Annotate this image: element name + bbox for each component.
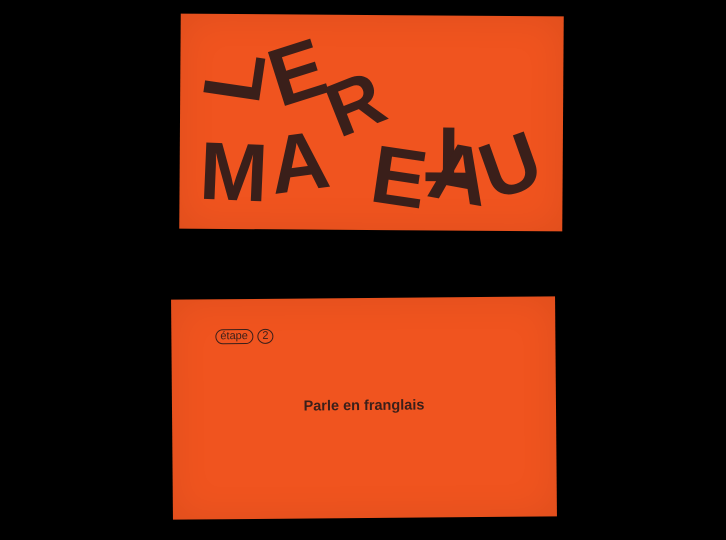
back-card-step: étape 2 Parle en franglais: [171, 296, 557, 520]
step-number-badge: 2: [257, 328, 274, 344]
step-instruction: Parle en franglais: [303, 397, 425, 415]
front-card-le-marteau: L E T M A R T E A U A: [179, 13, 564, 232]
title-letter-a: A: [263, 113, 335, 213]
step-label-pill: étape: [215, 328, 253, 345]
title-letter-m: M: [197, 125, 270, 220]
